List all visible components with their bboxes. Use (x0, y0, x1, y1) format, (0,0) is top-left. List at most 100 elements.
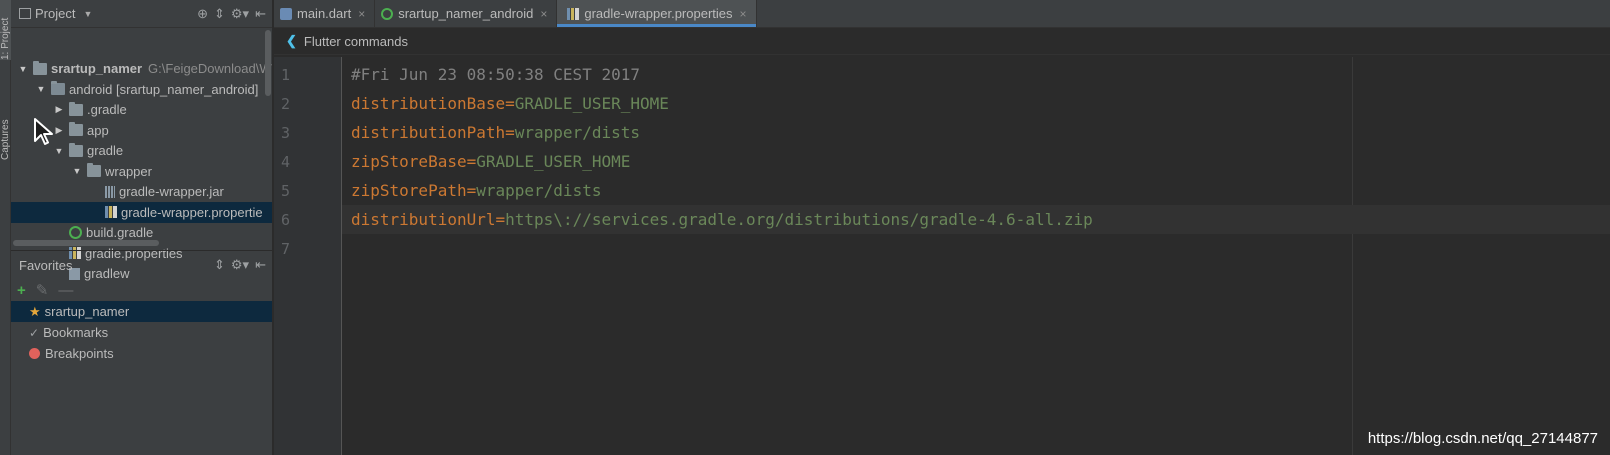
favorites-toolbar: + ✎ — (11, 279, 272, 301)
line-number: 1 (281, 66, 291, 84)
code-line[interactable]: zipStoreBase = GRADLE_USER_HOME (342, 147, 1610, 176)
equals-sign: = (505, 123, 515, 142)
code-line[interactable]: distributionUrl = https\://services.gradle… (342, 205, 1610, 234)
line-number: 6 (281, 211, 291, 229)
flutter-icon: ❮ (286, 33, 297, 48)
favorites-title: Favorites (19, 257, 73, 273)
folder-mod-icon (51, 81, 65, 95)
tree-row[interactable]: ▼ android [srartup_namer_android] (11, 79, 272, 100)
property-value: GRADLE_USER_HOME (514, 94, 669, 113)
chevron-down-icon[interactable]: ▼ (83, 9, 92, 19)
favorites-panel: Favorites ⇕ ⚙▾ ⇤ + ✎ — ★ srartup_namer ✓ Bo… (11, 250, 272, 455)
editor-tab[interactable]: main.dart × (274, 0, 376, 27)
favorites-header: Favorites ⇕ ⚙▾ ⇤ (11, 251, 272, 279)
collapse-all-icon[interactable]: ⇕ (214, 257, 225, 273)
remove-icon[interactable]: — (58, 282, 73, 299)
property-key: distributionUrl (351, 210, 496, 229)
tool-window-strip: 1: Project Captures (0, 0, 12, 455)
code-comment: #Fri Jun 23 08:50:38 CEST 2017 (351, 65, 640, 84)
line-number: 2 (281, 95, 291, 113)
tree-item-label: android [srartup_namer_android] (69, 81, 259, 97)
code-line[interactable]: distributionPath = wrapper/dists (342, 118, 1610, 147)
expanded-arrow-icon[interactable]: ▼ (35, 84, 47, 94)
tree-item-label: app (87, 122, 109, 138)
check-icon: ✓ (29, 325, 40, 340)
property-value: https\://services.gradle.org/distributio… (505, 210, 1093, 229)
locate-file-icon[interactable]: ⊕ (197, 6, 208, 22)
tree-item-label: .gradle (87, 102, 127, 117)
tree-row[interactable]: ▼ srartup_namer G:\FeigeDownload\W (11, 58, 272, 79)
project-panel-title[interactable]: Project (35, 6, 75, 21)
expanded-arrow-icon[interactable]: ▼ (71, 166, 83, 176)
add-icon[interactable]: + (17, 282, 26, 299)
equals-sign: = (466, 152, 477, 171)
editor-tab[interactable]: srartup_namer_android × (375, 0, 558, 27)
code-editor[interactable]: 1 2 3 4 5 6 7 #Fri Jun 23 08:50:38 CEST 2017 di… (274, 57, 1610, 455)
favorite-label: Breakpoints (45, 346, 114, 361)
line-number: 3 (281, 124, 291, 142)
folder-icon (69, 142, 83, 157)
expanded-arrow-icon[interactable]: ▼ (53, 146, 65, 156)
properties-icon (567, 7, 580, 20)
tab-label: main.dart (297, 6, 352, 21)
gear-icon[interactable]: ⚙▾ (231, 257, 249, 273)
tree-item-label: gradle-wrapper.propertie (121, 204, 263, 220)
project-panel: Project ▼ ⊕ ⇕ ⚙▾ ⇤ ▼ srartup_namer G:\Feig… (11, 0, 273, 455)
flutter-commands-label[interactable]: Flutter commands (304, 34, 408, 49)
folder-icon (69, 101, 83, 116)
property-key: zipStoreBase (351, 152, 467, 171)
expanded-arrow-icon[interactable]: ▼ (17, 64, 29, 74)
collapse-all-icon[interactable]: ⇕ (214, 6, 225, 22)
tree-row[interactable]: ▼ wrapper (11, 161, 272, 182)
folder-icon (87, 163, 101, 177)
property-key: distributionBase (351, 94, 506, 113)
hide-panel-icon[interactable]: ⇤ (255, 257, 266, 273)
favorite-item[interactable]: ✓ Bookmarks (11, 322, 272, 343)
favorite-item[interactable]: ★ srartup_namer (11, 301, 272, 322)
project-panel-header: Project ▼ ⊕ ⇕ ⚙▾ ⇤ (11, 0, 272, 28)
favorite-item[interactable]: Breakpoints (11, 343, 272, 364)
tree-vertical-scrollbar[interactable] (265, 30, 271, 96)
close-icon[interactable]: × (358, 7, 365, 21)
star-icon: ★ (29, 303, 41, 319)
breakpoint-icon (29, 348, 40, 359)
collapsed-arrow-icon[interactable]: ▶ (53, 104, 65, 115)
watermark: https://blog.csdn.net/qq_27144877 (1367, 430, 1598, 447)
tree-horizontal-scrollbar[interactable] (13, 240, 159, 246)
mouse-cursor-icon (34, 118, 53, 145)
tab-label: gradle-wrapper.properties (584, 6, 733, 21)
gradle-icon (69, 226, 82, 239)
property-value: GRADLE_USER_HOME (476, 152, 631, 171)
project-path: G:\FeigeDownload\W (148, 61, 272, 76)
props-icon (105, 206, 117, 218)
equals-sign: = (466, 181, 477, 200)
tree-row[interactable]: gradle-wrapper.jar (11, 181, 272, 202)
tree-row[interactable]: gradle-wrapper.propertie (11, 201, 272, 223)
favorite-label: Bookmarks (43, 325, 109, 340)
code-line[interactable] (342, 234, 1610, 263)
code-line[interactable]: distributionBase = GRADLE_USER_HOME (342, 89, 1610, 118)
favorite-label: srartup_namer (44, 304, 130, 319)
favorites-list: ★ srartup_namer ✓ Bookmarks Breakpoints (11, 301, 272, 364)
code-line[interactable]: zipStorePath = wrapper/dists (342, 176, 1610, 205)
property-value: wrapper/dists (476, 181, 602, 200)
equals-sign: = (495, 210, 506, 229)
dart-icon (280, 7, 292, 20)
edit-icon[interactable]: ✎ (36, 281, 49, 299)
hide-panel-icon[interactable]: ⇤ (255, 6, 266, 22)
line-number: 7 (281, 240, 291, 258)
line-number: 4 (281, 153, 291, 171)
property-value: wrapper/dists (514, 123, 640, 142)
close-icon[interactable]: × (740, 7, 747, 21)
folder-icon (69, 122, 83, 136)
project-view-icon (19, 8, 31, 19)
flutter-commands-bar[interactable]: ❮ Flutter commands (274, 28, 1610, 55)
editor-tab[interactable]: gradle-wrapper.properties × (557, 0, 757, 27)
editor-area: main.dart × srartup_namer_android × gradle-w… (274, 0, 1610, 455)
equals-sign: = (505, 94, 515, 113)
tab-label: srartup_namer_android (398, 6, 534, 21)
close-icon[interactable]: × (540, 7, 547, 21)
code-line[interactable]: #Fri Jun 23 08:50:38 CEST 2017 (342, 60, 1610, 89)
gear-icon[interactable]: ⚙▾ (231, 6, 249, 22)
line-number-gutter: 1 2 3 4 5 6 7 (274, 57, 342, 455)
